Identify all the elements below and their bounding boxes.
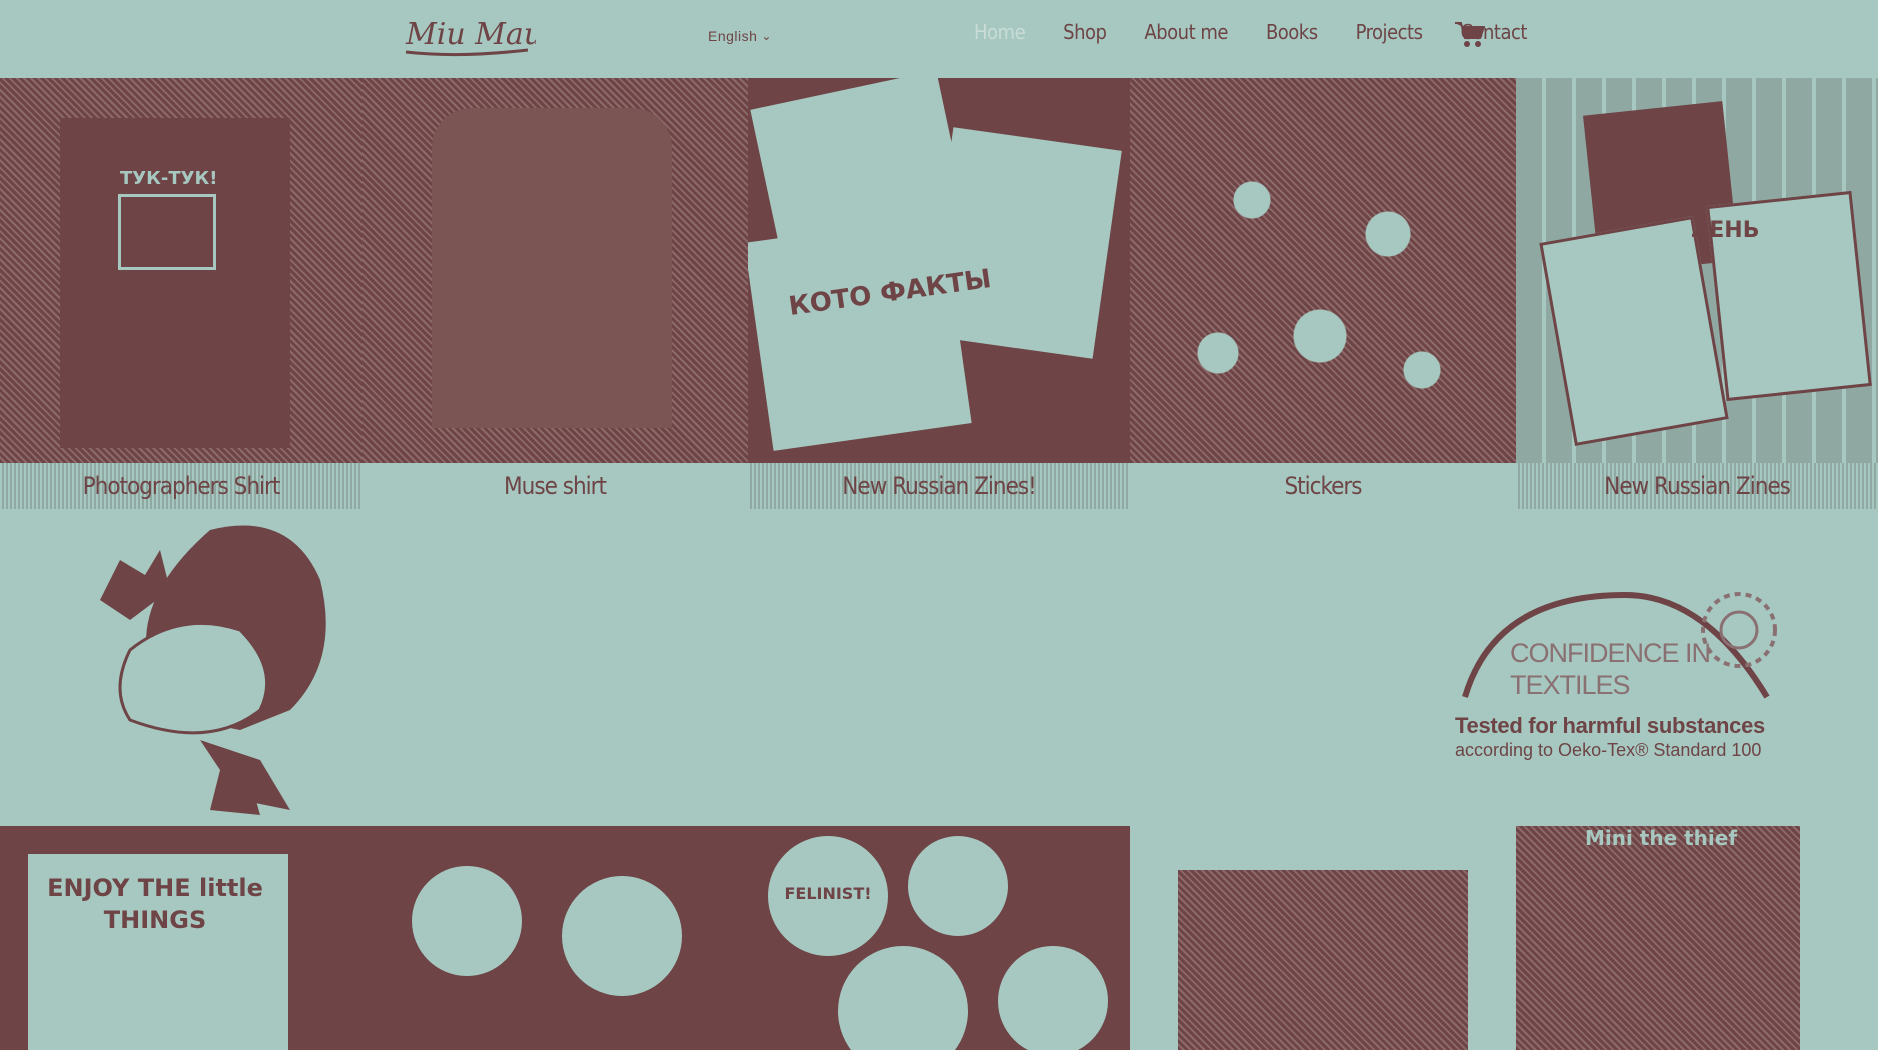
shirt-print-frame (118, 194, 216, 270)
product-caption: New Russian Zines (1516, 463, 1878, 509)
site-header: Miu Mau English ⌄ Home Shop About me Boo… (0, 0, 1878, 78)
oeko-title: CONFIDENCE IN TEXTILES (1510, 638, 1711, 700)
oeko-standard-text: according to Oeko-Tex® Standard 100 (1455, 740, 1762, 760)
product-grid-bottom: ENJOY THE little THINGS FELINIST! Mini t… (0, 826, 1878, 1050)
nav-about-me[interactable]: About me (1125, 20, 1247, 44)
product-tile[interactable]: ENJOY THE little THINGS (0, 826, 362, 1050)
shirt-print-text: ТУК-ТУК! (120, 168, 218, 189)
product-tile[interactable] (1130, 826, 1516, 1050)
chevron-down-icon: ⌄ (761, 29, 772, 43)
product-image (1178, 870, 1468, 1050)
product-tile[interactable]: Mini the thief (1516, 826, 1800, 1050)
product-tile[interactable]: FELINIST! (748, 826, 1130, 1050)
shirt-shape (432, 108, 672, 428)
product-tile[interactable]: ТУК-ТУК! Photographers Shirt (0, 78, 362, 510)
nav-books[interactable]: Books (1247, 20, 1337, 44)
product-tile[interactable] (362, 826, 748, 1050)
product-image (1130, 78, 1516, 463)
pin-badge (838, 946, 968, 1050)
logo-text: Miu Mau (405, 17, 536, 52)
zine-cover (748, 215, 972, 451)
miu-mau-logo[interactable]: Miu Mau (378, 10, 536, 58)
language-select[interactable]: English ⌄ (708, 28, 772, 44)
product-tile[interactable]: КОТО ФАКТЫ New Russian Zines! (748, 78, 1130, 510)
stickers-pattern (1150, 98, 1490, 438)
girl-with-cat-illustration (100, 525, 326, 815)
pin-badge (412, 866, 522, 976)
product-image: ЛЕНЬ (1516, 78, 1878, 463)
product-caption: Photographers Shirt (0, 463, 362, 509)
pin-badge (562, 876, 682, 996)
nav-projects[interactable]: Projects (1337, 20, 1442, 44)
product-image: ТУК-ТУК! (0, 78, 362, 463)
print-text: ENJOY THE little THINGS (47, 874, 263, 934)
oeko-tex-badge: CONFIDENCE IN TEXTILES Tested for harmfu… (1455, 575, 1795, 765)
oeko-tested-text: Tested for harmful substances (1455, 713, 1765, 738)
product-image: КОТО ФАКТЫ (748, 78, 1130, 463)
pin-text: FELINIST! (784, 884, 872, 903)
product-tile[interactable]: Muse shirt (362, 78, 748, 510)
book-title-text: ЛЕНЬ (1691, 218, 1760, 243)
print-text: Mini the thief (1584, 826, 1738, 850)
shopping-cart-icon[interactable] (1455, 20, 1485, 48)
product-grid-top: ТУК-ТУК! Photographers Shirt Muse shirt … (0, 78, 1878, 510)
nav-shop[interactable]: Shop (1044, 20, 1125, 44)
product-image (362, 78, 748, 463)
product-tile[interactable]: Stickers (1130, 78, 1516, 510)
nav-home[interactable]: Home (955, 20, 1044, 44)
pin-badge (908, 836, 1008, 936)
language-label: English (708, 28, 758, 44)
product-tile[interactable]: ЛЕНЬ New Russian Zines (1516, 78, 1878, 510)
product-caption: Muse shirt (362, 463, 748, 509)
product-caption: Stickers (1130, 463, 1516, 509)
pin-badge (998, 946, 1108, 1050)
product-caption: New Russian Zines! (748, 463, 1130, 509)
